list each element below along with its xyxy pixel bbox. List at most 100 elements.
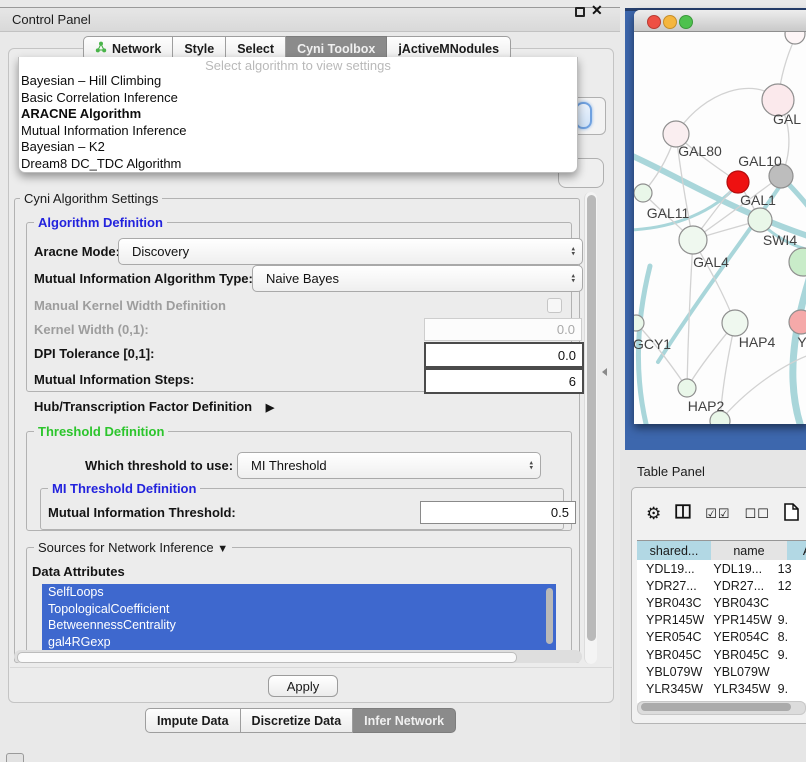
docked-panel-icon[interactable] <box>6 753 24 762</box>
column-header-name[interactable]: name <box>711 540 788 562</box>
table-row[interactable]: YBL079WYBL079W <box>637 663 806 680</box>
table-cell: YBL079W <box>637 665 704 679</box>
bottom-tab-bar: Impute DataDiscretize Data Infer Network <box>145 708 456 731</box>
network-node[interactable] <box>678 379 696 397</box>
mi-type-select[interactable]: Naive Bayes ▴▾ <box>252 265 583 292</box>
attribute-item-gal4rgexp[interactable]: gal4RGexp <box>42 634 556 651</box>
node-label-gal1: GAL1 <box>740 192 776 208</box>
table-cell: YPR145W <box>704 613 773 627</box>
top-tab-bar: NetworkStyleSelectCyni ToolboxjActiveMNo… <box>83 36 511 59</box>
node-table[interactable]: shared...nameA YDL19...YDL19...13YDR27..… <box>637 540 806 703</box>
hub-section-header[interactable]: Hub/Transcription Factor Definition ▶ <box>34 399 274 414</box>
tab-discretize-data[interactable]: Discretize Data <box>241 708 354 733</box>
table-row[interactable]: YBR045CYBR045C9. <box>637 646 806 663</box>
control-panel-titlebar: Control Panel <box>0 7 620 32</box>
mi-steps-label: Mutual Information Steps: <box>34 372 194 387</box>
horizontal-scrollbar-thumb[interactable] <box>17 652 517 663</box>
table-row[interactable]: YBR043CYBR043C <box>637 594 806 611</box>
table-row[interactable]: YER054CYER054C8. <box>637 629 806 646</box>
network-node[interactable] <box>634 184 652 202</box>
algorithm-definition-title: Algorithm Definition <box>34 215 167 230</box>
tab-impute-data[interactable]: Impute Data <box>145 708 241 733</box>
spinner-arrows-icon: ▴▾ <box>529 460 533 471</box>
zoom-traffic-light-icon[interactable] <box>679 15 693 29</box>
attribute-item-betweennesscentrality[interactable]: BetweennessCentrality <box>42 617 556 634</box>
table-cell: 13 <box>774 562 806 576</box>
mi-threshold-field[interactable]: 0.5 <box>420 501 576 524</box>
settings-vertical-scrollbar[interactable] <box>584 192 597 664</box>
table-scrollbar-thumb[interactable] <box>641 703 791 711</box>
table-cell: YDR27... <box>704 579 773 593</box>
algorithm-option-bayesian-hill-climbing[interactable]: Bayesian – Hill Climbing <box>19 73 577 90</box>
minimize-traffic-light-icon[interactable] <box>663 15 677 29</box>
manual-kernel-width-checkbox[interactable] <box>547 298 562 313</box>
dropdown-items: Bayesian – Hill ClimbingBasic Correlatio… <box>19 73 577 173</box>
algorithm-option-dream8-dc-tdc-algorithm[interactable]: Dream8 DC_TDC Algorithm <box>19 156 577 173</box>
sources-header[interactable]: Sources for Network Inference ▼ <box>34 540 232 555</box>
network-node[interactable] <box>748 208 772 232</box>
network-view[interactable]: GALGAL80GAL10GAL1GAL11SWI4GAL4GCY1HAP4YH… <box>634 32 806 424</box>
node-label-gal: GAL <box>773 111 801 127</box>
mi-type-value: Naive Bayes <box>266 271 339 286</box>
vertical-scrollbar-thumb[interactable] <box>587 195 596 641</box>
tab-label: Select <box>237 42 274 56</box>
node-label-gal80: GAL80 <box>678 143 722 159</box>
algorithm-option-basic-correlation-inference[interactable]: Basic Correlation Inference <box>19 90 577 107</box>
column-header-a[interactable]: A <box>787 540 806 562</box>
close-traffic-light-icon[interactable] <box>647 15 661 29</box>
node-label-swi4: SWI4 <box>763 232 797 248</box>
export-table-icon[interactable] <box>784 503 800 526</box>
table-cell: YLR345W <box>637 682 704 696</box>
node-label-y: Y <box>797 334 806 350</box>
data-attributes-list[interactable]: SelfLoopsTopologicalCoefficientBetweenne… <box>42 584 556 650</box>
expanded-arrow-icon[interactable]: ▼ <box>217 543 228 555</box>
attribute-item-selfloops[interactable]: SelfLoops <box>42 584 556 601</box>
tab-infer-network[interactable]: Infer Network <box>353 708 456 733</box>
network-node[interactable] <box>727 171 749 193</box>
node-label-gal4: GAL4 <box>693 254 729 270</box>
table-horizontal-scrollbar[interactable] <box>637 701 806 715</box>
table-row[interactable]: YLR345WYLR345W9. <box>637 680 806 697</box>
table-row[interactable]: YDL19...YDL19...13 <box>637 560 806 577</box>
panel-divider-handle[interactable] <box>602 368 607 376</box>
dpi-tolerance-label: DPI Tolerance [0,1]: <box>34 346 154 361</box>
split-columns-icon[interactable] <box>675 504 691 524</box>
panel-separator <box>10 667 612 668</box>
attribute-item-topologicalcoefficient[interactable]: TopologicalCoefficient <box>42 601 556 618</box>
column-header-shared[interactable]: shared... <box>637 540 712 562</box>
mi-steps-field[interactable]: 6 <box>424 368 584 394</box>
network-node[interactable] <box>634 315 644 331</box>
network-node[interactable] <box>785 32 805 44</box>
kernel-width-label: Kernel Width (0,1): <box>34 322 149 337</box>
kernel-width-field[interactable]: 0.0 <box>424 318 582 341</box>
network-node[interactable] <box>722 310 748 336</box>
network-window-titlebar[interactable] <box>634 10 806 32</box>
unchecked-columns-icon[interactable]: ☐☐ <box>745 506 770 522</box>
cyni-algorithm-settings-title: Cyni Algorithm Settings <box>20 191 162 206</box>
network-node[interactable] <box>679 226 707 254</box>
algorithm-option-mutual-information-inference[interactable]: Mutual Information Inference <box>19 123 577 140</box>
settings-horizontal-scrollbar[interactable] <box>14 650 582 663</box>
tab-label: Infer Network <box>364 714 444 728</box>
table-cell: YBR045C <box>637 648 704 662</box>
table-cell: 9. <box>774 613 806 627</box>
screen: Control Panel ✕ NetworkStyleSelectCyni T… <box>0 0 806 762</box>
gear-icon[interactable]: ⚙ <box>646 504 661 524</box>
apply-button[interactable]: Apply <box>268 675 338 697</box>
threshold-definition-title: Threshold Definition <box>34 424 168 439</box>
network-node[interactable] <box>789 248 806 276</box>
which-threshold-select[interactable]: MI Threshold ▴▾ <box>237 452 541 479</box>
table-row[interactable]: YDR27...YDR27...12 <box>637 577 806 594</box>
float-window-icon[interactable] <box>575 7 585 17</box>
dpi-tolerance-field[interactable]: 0.0 <box>424 342 584 368</box>
aracne-mode-select[interactable]: Discovery ▴▾ <box>118 238 583 265</box>
close-icon[interactable]: ✕ <box>591 2 603 19</box>
collapsed-arrow-icon[interactable]: ▶ <box>266 402 274 414</box>
sources-title: Sources for Network Inference <box>38 540 214 555</box>
table-row[interactable]: YPR145WYPR145W9. <box>637 612 806 629</box>
list-scrollbar-thumb[interactable] <box>546 588 553 644</box>
algorithm-option-bayesian-k2[interactable]: Bayesian – K2 <box>19 139 577 156</box>
network-node[interactable] <box>789 310 806 334</box>
checked-columns-icon[interactable]: ☑☑ <box>705 506 730 522</box>
algorithm-option-aracne-algorithm[interactable]: ARACNE Algorithm <box>19 106 577 123</box>
